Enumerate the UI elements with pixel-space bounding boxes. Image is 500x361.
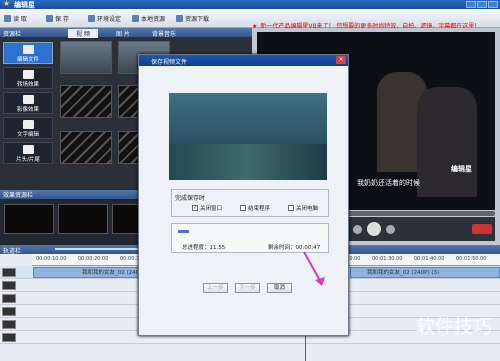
side-image-effect[interactable]: 影像效果: [3, 92, 53, 114]
effect-icon: [22, 95, 34, 104]
play-button[interactable]: [367, 222, 381, 236]
settings-button[interactable]: 环境设定: [88, 13, 121, 24]
track-icon: [2, 281, 16, 290]
record-button[interactable]: [472, 224, 492, 234]
local-resource-button[interactable]: 本地资源: [132, 13, 165, 24]
resource-download-button[interactable]: 资源下载: [176, 13, 209, 24]
app-titlebar: ★ 编辑星: [0, 0, 500, 9]
music-track-icon: [2, 333, 16, 342]
effect-thumbnail[interactable]: [4, 204, 54, 234]
close-button[interactable]: [488, 1, 498, 8]
resource-thumbnail[interactable]: [60, 85, 112, 118]
progress-bar: [178, 230, 189, 233]
resource-thumbnail[interactable]: [60, 41, 112, 74]
video-track-icon: [2, 268, 16, 277]
app-logo-icon: ★: [3, 0, 11, 8]
resource-panel-title: 资源栏: [3, 31, 22, 38]
person-figure: [417, 87, 477, 197]
video-subtitle: 我奶奶还活着的时候: [357, 179, 420, 187]
effect-thumbnail[interactable]: [58, 204, 108, 234]
save-video-dialog: 保存视频文件 × 完成保存时 ✓ 关闭窗口 结束程序 关闭电脑 总进程度：11.55…: [138, 54, 349, 336]
ruler-tick-label: 00:01:50.00: [456, 256, 487, 262]
progress-label: 总进程度：11.55: [182, 245, 226, 251]
resource-panel-header: 资源栏 视 频 图 片 背景音乐: [0, 28, 252, 38]
upload-icon: [132, 15, 139, 22]
gear-icon: [88, 15, 95, 22]
side-edit-file[interactable]: 编辑文件: [3, 42, 53, 64]
video-clip[interactable]: 我和我的女友_02 (240P) (3): [350, 267, 500, 278]
checkbox-checked-icon: ✓: [192, 205, 198, 211]
side-text-edit[interactable]: 文字编辑: [3, 117, 53, 139]
folder-icon: [4, 15, 11, 22]
reef-shape: [169, 144, 327, 180]
film-icon: [22, 145, 34, 154]
track-icon: [2, 307, 16, 316]
read-button[interactable]: 读 取: [4, 13, 27, 24]
main-toolbar: 读 取 保 存 环境设定 本地资源 资源下载 ★ 新一代产品编辑星V8来了！ 您想…: [0, 9, 500, 30]
side-transition[interactable]: 转场效果: [3, 67, 53, 89]
ruler-tick-label: 00:00:20.00: [78, 256, 109, 262]
ruler-tick-label: 00:01:30.00: [372, 256, 403, 262]
option-shutdown[interactable]: 关闭电脑: [288, 204, 318, 212]
option-close-window[interactable]: ✓ 关闭窗口: [192, 204, 222, 212]
annotation-arrow: [303, 251, 325, 286]
prev-button[interactable]: [353, 225, 362, 234]
minimize-button[interactable]: [466, 1, 476, 8]
save-icon: [46, 15, 53, 22]
resource-thumbnail[interactable]: [60, 131, 112, 164]
tab-image[interactable]: 图 片: [116, 29, 130, 38]
ruler-tick-label: 00:01:40.00: [414, 256, 445, 262]
checkbox-icon: [240, 205, 246, 211]
maximize-button[interactable]: [477, 1, 487, 8]
ruler-tick-label: 00:00:10.00: [36, 256, 67, 262]
text-track-icon: [2, 320, 16, 329]
option-exit-program[interactable]: 结束程序: [240, 204, 270, 212]
text-icon: [22, 120, 34, 129]
watermark: 软件技巧: [415, 316, 492, 338]
options-group: 完成保存时 ✓ 关闭窗口 结束程序 关闭电脑: [171, 189, 329, 217]
side-intro-outro[interactable]: 片头/片尾: [3, 142, 53, 164]
save-button[interactable]: 保 存: [46, 13, 69, 24]
dialog-close-button[interactable]: ×: [336, 56, 346, 64]
next-button[interactable]: [386, 225, 395, 234]
video-logo: 编辑星: [451, 165, 472, 173]
tab-bgm[interactable]: 背景音乐: [152, 29, 176, 38]
prev-step-button[interactable]: 上一步: [203, 283, 228, 293]
track-icon: [2, 294, 16, 303]
download-icon: [176, 15, 183, 22]
cancel-button[interactable]: 取消: [267, 283, 292, 293]
next-step-button[interactable]: 下一步: [235, 283, 260, 293]
options-label: 完成保存时: [175, 195, 206, 202]
dialog-titlebar: 保存视频文件 ×: [139, 55, 348, 66]
transition-icon: [22, 70, 34, 79]
edit-icon: [22, 45, 34, 54]
progress-group: 总进程度：11.55 剩余时间：00:00:47: [171, 223, 329, 253]
checkbox-icon: [288, 205, 294, 211]
dialog-video-preview: [169, 93, 327, 180]
tab-video[interactable]: 视 频: [68, 29, 98, 38]
